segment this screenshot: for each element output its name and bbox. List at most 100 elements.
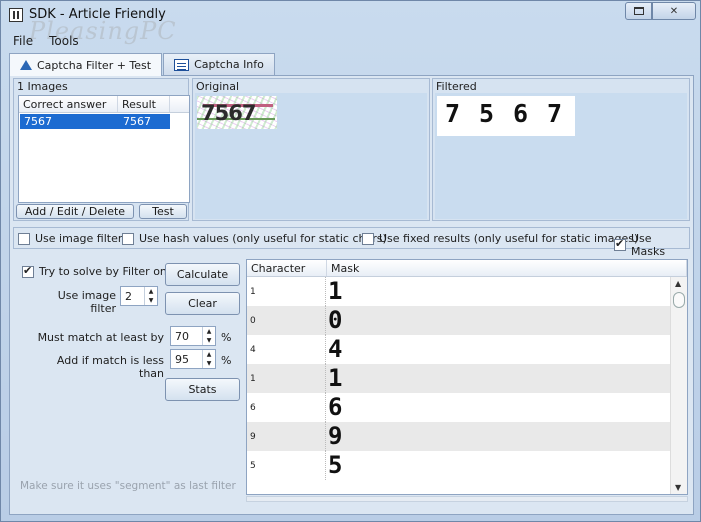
percent-label: % (221, 331, 232, 344)
add-if-less-spinner[interactable]: 95 ▲ ▼ (170, 349, 216, 369)
images-count-label: 1 Images (17, 80, 68, 93)
filtered-digit: 7 (445, 99, 461, 128)
tab-captcha-filter-test[interactable]: Captcha Filter + Test (9, 53, 163, 76)
character-cell: 5 (247, 451, 326, 480)
images-group: 1 Images Correct answer Result 7567 7567… (13, 78, 190, 221)
menu-tools[interactable]: Tools (41, 32, 87, 52)
stats-button[interactable]: Stats (165, 378, 240, 401)
filtered-group: Filtered 7 5 6 7 (432, 78, 690, 221)
original-captcha-text: 7567 (201, 101, 256, 125)
spin-up-icon[interactable]: ▲ (145, 287, 157, 296)
filtered-captcha-image: 7 5 6 7 (437, 96, 575, 136)
use-image-filter-label: Use image filter (57, 289, 116, 315)
mask-cell: 0 (328, 306, 343, 334)
spinner-value[interactable]: 95 (171, 353, 202, 366)
column-result[interactable]: Result (118, 96, 170, 112)
app-window: SDK - Article Friendly PleasingPC ✕ File… (0, 0, 701, 522)
filtered-label: Filtered (436, 80, 477, 93)
table-row[interactable]: 00 (247, 306, 687, 335)
images-list-header: Correct answer Result (19, 96, 189, 113)
try-filter-only-checkbox[interactable]: Try to solve by Filter only (22, 264, 177, 278)
original-label: Original (196, 80, 240, 93)
column-character[interactable]: Character (247, 260, 327, 276)
spinner-arrows[interactable]: ▲ ▼ (144, 287, 157, 305)
filtered-digit: 7 (547, 99, 563, 128)
test-button[interactable]: Test (139, 204, 187, 219)
original-captcha-image: 7567 (197, 96, 277, 129)
checkbox-box[interactable] (18, 232, 30, 245)
table-row[interactable]: 11 (247, 277, 687, 306)
clear-button[interactable]: Clear (165, 292, 240, 315)
menu-file[interactable]: File (5, 32, 41, 52)
images-list[interactable]: Correct answer Result 7567 7567 (18, 95, 190, 203)
spin-up-icon[interactable]: ▲ (203, 350, 215, 359)
spinner-arrows[interactable]: ▲ ▼ (202, 327, 215, 345)
scroll-up-icon[interactable]: ▲ (675, 279, 681, 288)
maximize-icon (633, 7, 644, 15)
checkbox-label: Use image filter (35, 232, 123, 245)
calculate-button[interactable]: Calculate (165, 263, 240, 286)
use-hash-values-checkbox[interactable]: Use hash values (only useful for static … (122, 232, 387, 245)
mask-grid-header: Character Mask (247, 260, 687, 277)
result-cell: 7567 (123, 115, 151, 128)
checkbox-box[interactable] (614, 237, 626, 251)
close-button[interactable]: ✕ (652, 2, 696, 20)
character-cell: 1 (247, 277, 326, 306)
spinner-value[interactable]: 70 (171, 330, 202, 343)
checkbox-box[interactable] (362, 232, 374, 245)
form-icon (174, 58, 190, 71)
mask-cell: 1 (328, 364, 343, 392)
hint-text: Make sure it uses "segment" as last filt… (20, 480, 236, 492)
close-icon: ✕ (669, 5, 679, 17)
spinner-arrows[interactable]: ▲ ▼ (202, 350, 215, 368)
image-filter-spinner[interactable]: 2 ▲ ▼ (120, 286, 158, 306)
tab-label: Captcha Filter + Test (37, 58, 152, 72)
filtered-digit: 5 (479, 99, 495, 128)
mask-cell: 1 (328, 277, 343, 305)
filtered-image-area: 7 5 6 7 (435, 93, 687, 219)
table-row[interactable]: 11 (247, 364, 687, 393)
answer-cell: 7567 (24, 115, 52, 128)
checkbox-label: Use fixed results (only useful for stati… (379, 232, 639, 245)
table-row[interactable]: 44 (247, 335, 687, 364)
checkbox-label: Try to solve by Filter only (39, 265, 177, 278)
maximize-button[interactable] (625, 2, 652, 20)
character-cell: 0 (247, 306, 326, 335)
add-if-less-label: Add if match is less than (56, 354, 164, 380)
checkbox-label: Use Masks (631, 232, 666, 258)
tab-strip: Captcha Filter + Test Captcha Info (9, 53, 276, 76)
original-group: Original 7567 (192, 78, 430, 221)
character-cell: 9 (247, 422, 326, 451)
add-edit-delete-button[interactable]: Add / Edit / Delete (16, 204, 134, 219)
must-match-spinner[interactable]: 70 ▲ ▼ (170, 326, 216, 346)
use-image-filter-checkbox[interactable]: Use image filter (18, 232, 122, 245)
spin-down-icon[interactable]: ▼ (203, 359, 215, 368)
percent-label: % (221, 354, 232, 367)
flask-icon (20, 60, 32, 70)
checkbox-box[interactable] (122, 232, 134, 245)
list-item[interactable]: 7567 7567 (20, 114, 170, 129)
filtered-digit: 6 (513, 99, 529, 128)
spin-down-icon[interactable]: ▼ (203, 336, 215, 345)
mask-cell: 4 (328, 335, 343, 363)
spin-up-icon[interactable]: ▲ (203, 327, 215, 336)
mask-cell: 6 (328, 393, 343, 421)
scroll-thumb[interactable] (673, 292, 685, 308)
must-match-label: Must match at least by (37, 331, 164, 344)
use-fixed-results-checkbox[interactable]: Use fixed results (only useful for stati… (362, 232, 638, 245)
original-image-area: 7567 (195, 93, 427, 219)
tab-panel: 1 Images Correct answer Result 7567 7567… (9, 75, 694, 515)
tab-captcha-info[interactable]: Captcha Info (163, 53, 275, 75)
pc-watermark-logo (583, 430, 693, 505)
tab-label: Captcha Info (194, 58, 264, 71)
checkbox-box[interactable] (22, 264, 34, 278)
column-correct-answer[interactable]: Correct answer (19, 96, 118, 112)
character-cell: 4 (247, 335, 326, 364)
menu-bar: File Tools (5, 32, 87, 52)
use-masks-checkbox[interactable]: Use Masks (614, 232, 689, 258)
table-row[interactable]: 66 (247, 393, 687, 422)
checkbox-label: Use hash values (only useful for static … (139, 232, 387, 245)
column-mask[interactable]: Mask (327, 260, 687, 276)
spin-down-icon[interactable]: ▼ (145, 296, 157, 305)
spinner-value[interactable]: 2 (121, 290, 144, 303)
